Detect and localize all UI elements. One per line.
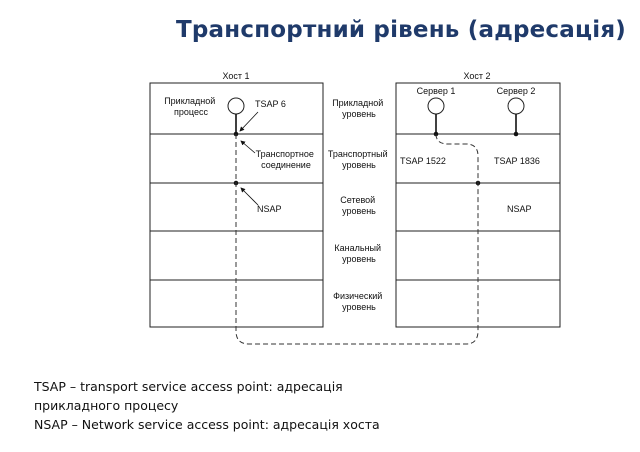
transport-connection-line: Транспортное xyxy=(256,149,314,159)
server1-label: Сервер 1 xyxy=(417,86,456,96)
layer-label-line: Физический xyxy=(333,291,382,301)
footer-line: прикладного процесу xyxy=(34,398,179,413)
layer-transport-label: Транспортный уровень xyxy=(328,149,390,170)
host2-label: Хост 2 xyxy=(463,71,490,81)
host1-nsap-label: NSAP xyxy=(257,204,282,214)
server2-circle xyxy=(507,97,525,115)
footer-line: NSAP – Network service access point: адр… xyxy=(34,417,380,432)
tsap1836-point xyxy=(513,131,519,137)
layer-label-line: уровень xyxy=(342,206,376,216)
layer-label-line: Канальный xyxy=(334,243,381,253)
host1-process-circle xyxy=(227,97,245,115)
layer-label-line: уровень xyxy=(342,302,376,312)
transport-connection-label: Транспортное соединение xyxy=(256,149,317,170)
layer-physical-label: Физический уровень xyxy=(333,291,385,312)
transport-connection-arrow xyxy=(240,140,256,154)
footer-notes: TSAP – transport service access point: а… xyxy=(34,377,614,434)
tsap1836-label: TSAP 1836 xyxy=(494,156,540,166)
layer-network-label: Сетевой уровень xyxy=(340,195,377,216)
layer-label-line: Транспортный xyxy=(328,149,388,159)
footer-line: TSAP – transport service access point: а… xyxy=(34,379,343,394)
app-process-label: Прикладной процесс xyxy=(164,96,218,117)
layer-label-line: уровень xyxy=(342,109,376,119)
host2-nsap-label: NSAP xyxy=(507,204,532,214)
host1-nsap-arrow xyxy=(240,187,259,206)
layer-label-line: Сетевой xyxy=(340,195,375,205)
app-process-line: процесс xyxy=(174,107,208,117)
tsap6-label: TSAP 6 xyxy=(255,99,286,109)
layer-application-label: Прикладной уровень xyxy=(332,98,386,119)
layer-datalink-label: Канальный уровень xyxy=(334,243,383,264)
app-process-line: Прикладной xyxy=(164,96,215,106)
host1-label: Хост 1 xyxy=(222,71,249,81)
layer-label-line: уровень xyxy=(342,160,376,170)
server1-circle xyxy=(427,97,445,115)
transport-connection-line: соединение xyxy=(261,160,311,170)
tsap6-arrow xyxy=(239,111,259,132)
layer-label-line: Прикладной xyxy=(332,98,383,108)
server2-label: Сервер 2 xyxy=(497,86,536,96)
host2-box xyxy=(395,82,561,328)
layer-label-line: уровень xyxy=(342,254,376,264)
tsap1522-label: TSAP 1522 xyxy=(400,156,446,166)
